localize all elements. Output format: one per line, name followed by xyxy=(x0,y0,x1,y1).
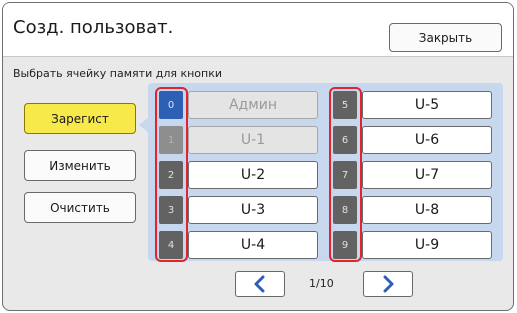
slot-name: U-9 xyxy=(362,231,492,259)
slot-name: U-1 xyxy=(188,126,318,154)
next-page-button[interactable] xyxy=(363,271,413,297)
page-title: Созд. пользоват. xyxy=(13,17,174,38)
slot-name: U-6 xyxy=(362,126,492,154)
slot-name: U-4 xyxy=(188,231,318,259)
prev-page-button[interactable] xyxy=(235,271,285,297)
dialog-window: Созд. пользоват. Закрыть Выбрать ячейку … xyxy=(2,2,514,311)
header-bar: Созд. пользоват. Закрыть xyxy=(3,3,513,57)
close-button[interactable]: Закрыть xyxy=(389,23,502,52)
slot-name: U-7 xyxy=(362,161,492,189)
chevron-left-icon xyxy=(254,275,265,293)
slot-name: U-3 xyxy=(188,196,318,224)
slot-name: U-5 xyxy=(362,91,492,119)
instruction-text: Выбрать ячейку памяти для кнопки xyxy=(13,67,223,80)
register-button[interactable]: Зарегист xyxy=(24,103,136,134)
chevron-right-icon xyxy=(383,275,394,293)
clear-button[interactable]: Очистить xyxy=(24,192,136,223)
highlight-outline-left xyxy=(155,87,188,262)
highlight-outline-right xyxy=(329,87,362,262)
page-indicator: 1/10 xyxy=(309,277,334,290)
edit-button[interactable]: Изменить xyxy=(24,150,136,181)
slot-name: U-8 xyxy=(362,196,492,224)
slot-name: U-2 xyxy=(188,161,318,189)
slot-name: Админ xyxy=(188,91,318,119)
